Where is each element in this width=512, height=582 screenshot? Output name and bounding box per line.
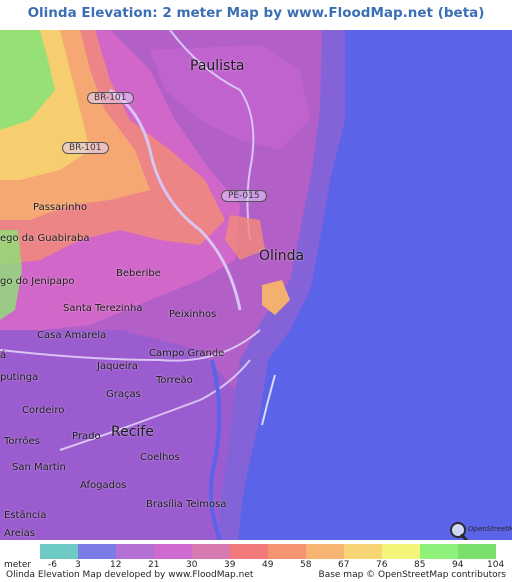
place-label: Areias <box>4 528 36 539</box>
place-label: Coelhos <box>140 452 180 463</box>
place-label: Torrões <box>4 436 40 447</box>
legend-tick-label: 12 <box>110 560 122 570</box>
place-label: go do Jenipapo <box>0 276 75 287</box>
legend-unit-label: meter <box>4 560 32 570</box>
place-label: Passarinho <box>33 202 87 213</box>
legend-swatch <box>344 544 382 559</box>
legend-tick-label: 104 <box>487 560 505 570</box>
osm-logo-text: OpenStreetMap <box>468 525 512 533</box>
legend-tick-label: 85 <box>414 560 426 570</box>
legend-swatch <box>458 544 496 559</box>
legend-swatch <box>268 544 306 559</box>
place-label: á <box>0 350 7 361</box>
footer: Olinda Elevation Map developed by www.Fl… <box>0 570 512 582</box>
place-label: Prado <box>72 431 101 442</box>
place-label: Torreão <box>156 375 193 386</box>
place-label: Estância <box>4 510 47 521</box>
place-label: Afogados <box>80 480 127 491</box>
map-page: Olinda Elevation: 2 meter Map by www.Flo… <box>0 0 512 582</box>
legend-tick-label: 3 <box>75 560 81 570</box>
legend-swatch <box>116 544 154 559</box>
place-label: Brasília Teimosa <box>146 499 227 510</box>
legend-swatch <box>306 544 344 559</box>
place-label: Recife <box>111 424 154 440</box>
page-title: Olinda Elevation: 2 meter Map by www.Flo… <box>27 5 485 21</box>
place-label: Casa Amarela <box>37 330 107 341</box>
footer-credit: Olinda Elevation Map developed by www.Fl… <box>6 570 254 580</box>
legend-swatch <box>382 544 420 559</box>
legend-swatch <box>420 544 458 559</box>
openstreetmap-logo: OpenStreetMap <box>450 522 512 540</box>
road-shield: PE-015 <box>221 190 267 202</box>
title-bar: Olinda Elevation: 2 meter Map by www.Flo… <box>0 0 512 30</box>
place-label: Beberibe <box>116 268 161 279</box>
road-shield: BR-101 <box>62 142 109 154</box>
legend-tick-label: 67 <box>338 560 350 570</box>
legend-tick-label: -6 <box>48 560 57 570</box>
legend-swatch <box>78 544 116 559</box>
legend-tick-label: 21 <box>148 560 160 570</box>
elevation-map-canvas <box>0 30 512 540</box>
footer-attribution: Base map © OpenStreetMap contributors <box>318 570 506 580</box>
place-label: ego da Guabiraba <box>0 233 90 244</box>
place-label: Santa Terezinha <box>63 303 143 314</box>
legend-swatch <box>230 544 268 559</box>
legend-swatch <box>40 544 78 559</box>
elevation-legend: meter -6 3 12 21 30 39 49 58 67 76 85 94 104 <box>0 540 512 570</box>
place-label: Olinda <box>259 248 305 264</box>
legend-tick-label: 76 <box>376 560 388 570</box>
legend-swatch <box>192 544 230 559</box>
place-label: Peixinhos <box>169 309 217 320</box>
place-label: Paulista <box>190 58 245 74</box>
legend-swatch <box>154 544 192 559</box>
legend-tick-label: 30 <box>186 560 198 570</box>
place-label: Cordeiro <box>22 405 65 416</box>
place-label: Graças <box>106 389 141 400</box>
place-label: San Martin <box>12 462 66 473</box>
place-label: Campo Grande <box>149 348 225 359</box>
elevation-map[interactable]: Paulista Passarinho ego da Guabiraba go … <box>0 30 512 540</box>
legend-tick-label: 49 <box>262 560 274 570</box>
legend-swatches <box>40 544 496 559</box>
place-label: putinga <box>0 372 39 383</box>
legend-tick-label: 94 <box>452 560 464 570</box>
legend-tick-label: 39 <box>224 560 236 570</box>
place-label: Jaqueira <box>97 361 138 372</box>
road-shield: BR-101 <box>87 92 134 104</box>
legend-tick-label: 58 <box>300 560 312 570</box>
